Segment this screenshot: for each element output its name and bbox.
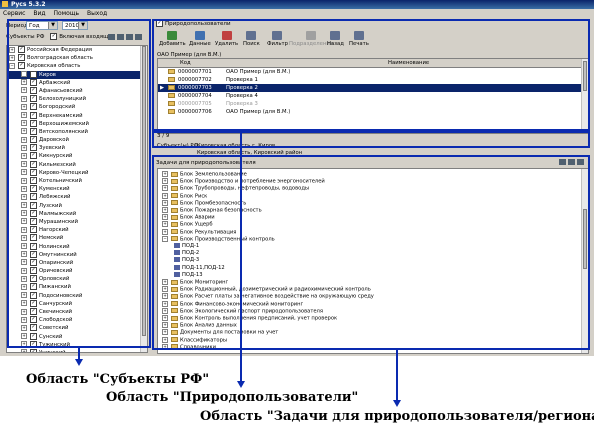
highlight-tasks	[152, 155, 590, 350]
arrowhead-2	[237, 381, 245, 388]
window-title: Рycs 5.3.2	[11, 1, 46, 8]
subject-label: Унинский	[39, 349, 66, 353]
app-icon	[2, 1, 8, 7]
title-bar: Рycs 5.3.2	[0, 0, 594, 9]
menu-exit[interactable]: Выход	[84, 9, 110, 18]
caption-subjects: Область "Субъекты РФ"	[26, 372, 210, 387]
menu-view[interactable]: Вид	[30, 9, 48, 18]
highlight-subject-strip	[152, 131, 590, 148]
arrowhead-3	[393, 400, 401, 407]
arrow-line-3	[396, 350, 398, 402]
subject-checkbox[interactable]: ✓	[30, 348, 37, 352]
arrowhead-1	[75, 359, 83, 366]
subject-tree-item[interactable]: + ✓ Унинский	[7, 348, 147, 353]
expand-toggle-icon[interactable]: +	[21, 349, 27, 352]
highlight-users	[152, 19, 590, 131]
menu-bar: Сервис Вид Помощь Выход	[0, 9, 594, 18]
arrow-line-2	[240, 131, 242, 383]
caption-users: Область "Природопользователи"	[106, 390, 359, 405]
menu-help[interactable]: Помощь	[50, 9, 82, 18]
caption-tasks: Область "Задачи для природопользователя/…	[200, 409, 594, 424]
highlight-subjects	[7, 19, 151, 348]
menu-service[interactable]: Сервис	[0, 9, 28, 18]
